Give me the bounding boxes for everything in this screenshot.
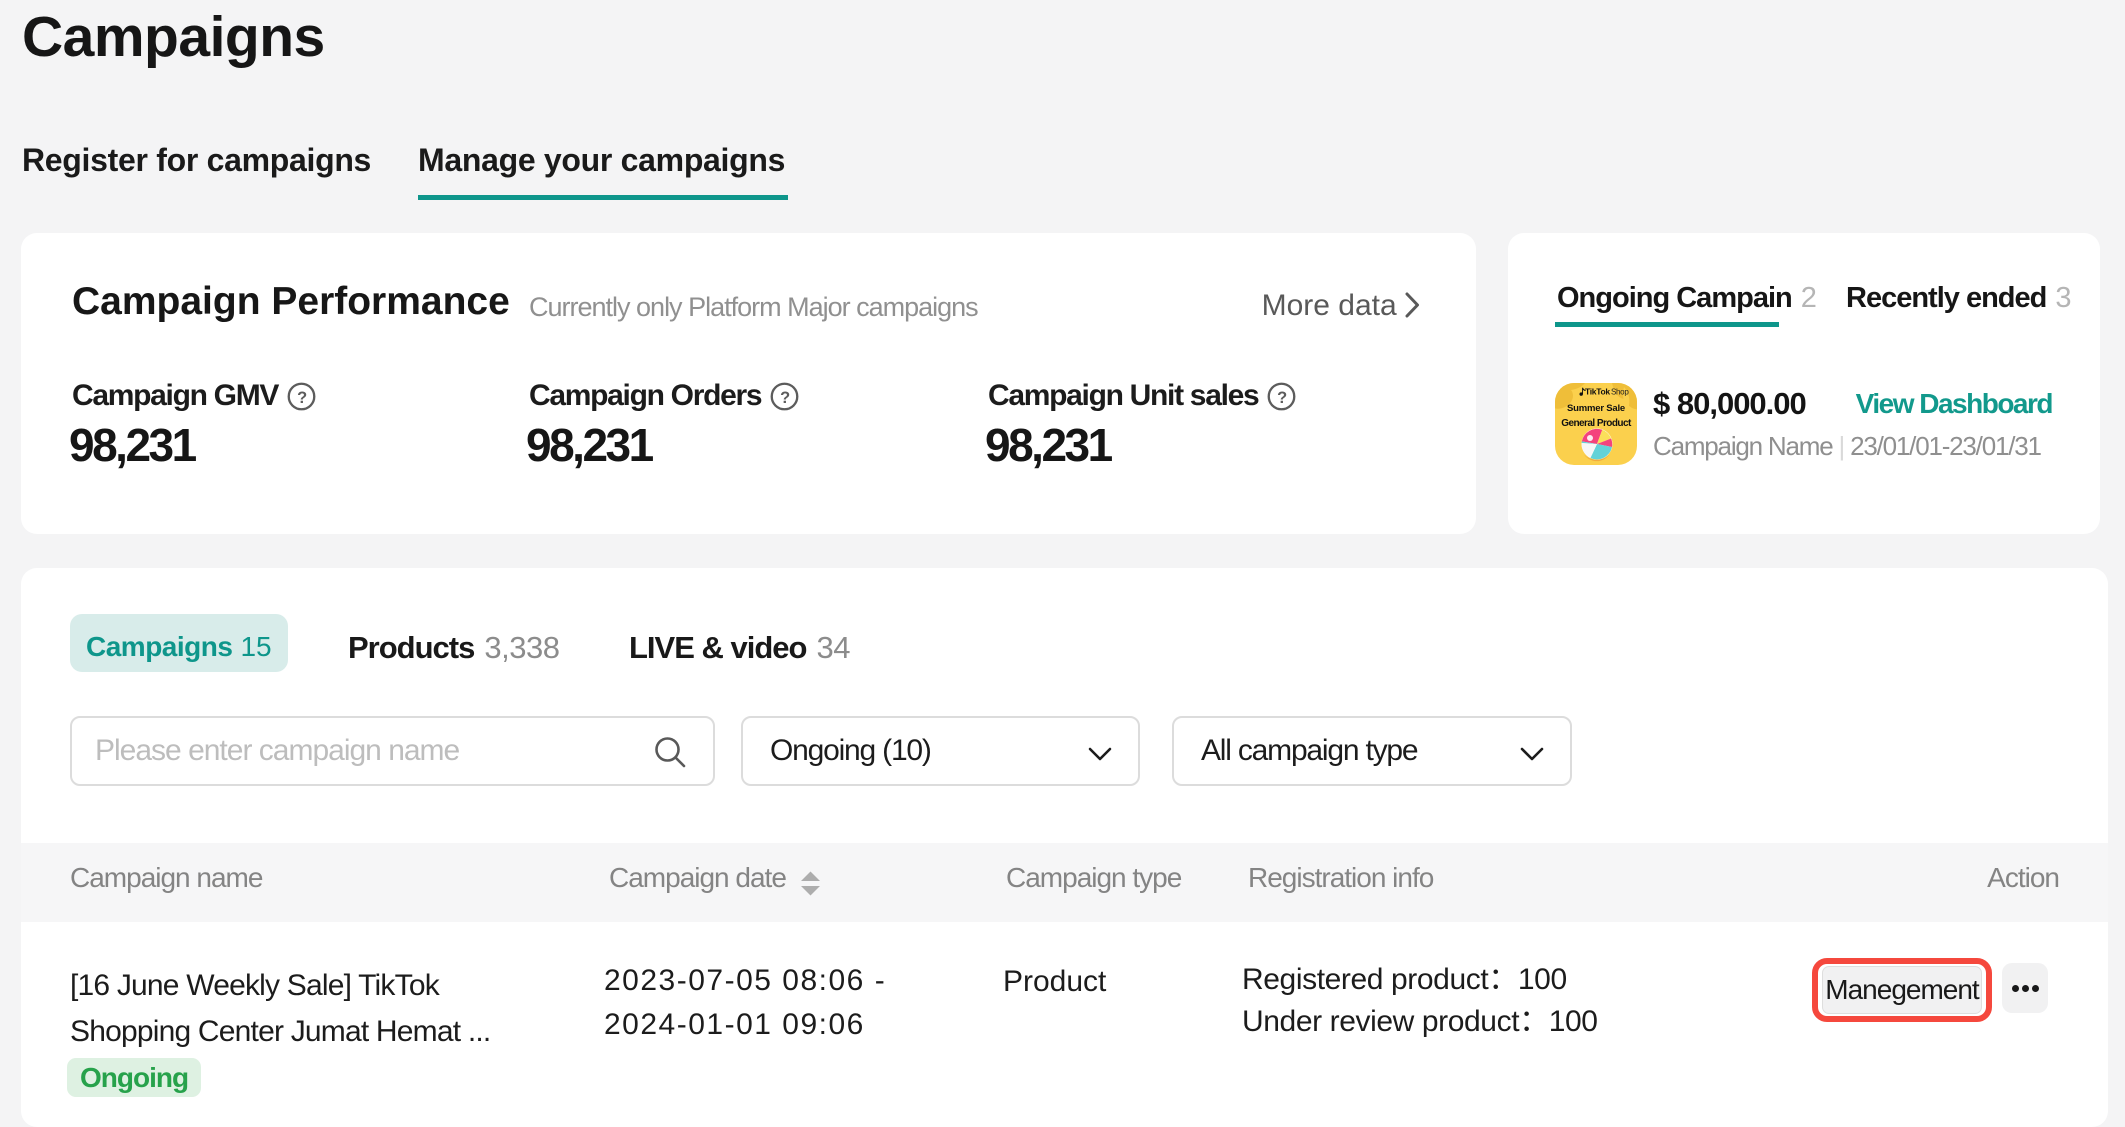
svg-text:Shop: Shop — [1611, 388, 1629, 397]
svg-text:?: ? — [1278, 388, 1288, 406]
svg-text:TikTok: TikTok — [1585, 387, 1610, 397]
svg-text:Summer Sale: Summer Sale — [1567, 403, 1625, 414]
svg-text:General Product: General Product — [1561, 418, 1632, 429]
svg-text:?: ? — [780, 388, 790, 406]
svg-text:?: ? — [297, 388, 307, 406]
